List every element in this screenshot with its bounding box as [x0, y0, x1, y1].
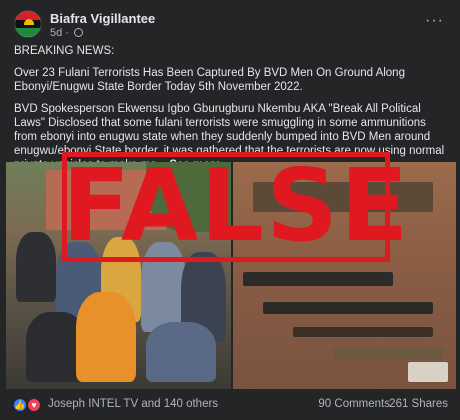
false-stamp-text: FALSE	[62, 147, 411, 264]
photo-person	[76, 292, 136, 382]
love-reaction-icon[interactable]: ♥	[26, 397, 42, 413]
photo-weapons	[243, 272, 393, 286]
comments-count[interactable]: 90 Comments	[318, 398, 390, 410]
photo-weapons	[293, 327, 433, 337]
photo-weapons	[333, 347, 443, 359]
post-header: Biafra Vigillantee 5d · ···	[14, 10, 446, 42]
post-time[interactable]: 5d	[50, 27, 62, 39]
post-paragraph: Over 23 Fulani Terrorists Has Been Captu…	[14, 67, 405, 93]
shares-count[interactable]: 261 Shares	[389, 398, 448, 410]
page-avatar[interactable]	[14, 10, 42, 38]
post-footer: 👍 ♥ Joseph INTEL TV and 140 others 90 Co…	[0, 393, 460, 417]
flag-sun-icon	[24, 19, 34, 25]
photo-weapons	[408, 362, 448, 382]
photo-person	[16, 232, 56, 302]
more-options-icon[interactable]: ···	[425, 12, 444, 30]
globe-icon	[74, 28, 84, 37]
facebook-post: Biafra Vigillantee 5d · ··· BREAKING NEW…	[0, 0, 460, 420]
post-meta: 5d ·	[50, 27, 84, 39]
reactions-summary[interactable]: Joseph INTEL TV and 140 others	[48, 398, 218, 410]
page-name[interactable]: Biafra Vigillantee	[50, 11, 155, 26]
post-paragraph: BREAKING NEWS:	[14, 45, 115, 57]
photo-person	[146, 322, 216, 382]
flag-green-band	[15, 28, 41, 37]
photo-weapons	[263, 302, 433, 314]
